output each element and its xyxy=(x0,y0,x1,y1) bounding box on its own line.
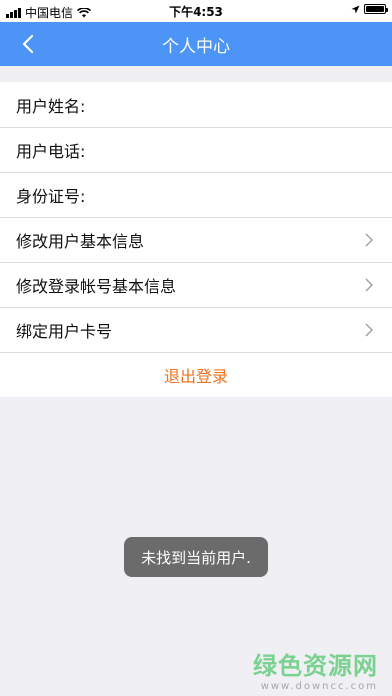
chevron-right-icon xyxy=(365,233,373,247)
status-bar: 中国电信 下午4:53 xyxy=(0,0,392,22)
battery-icon xyxy=(364,4,388,14)
edit-account-info-label: 修改登录帐号基本信息 xyxy=(16,276,177,296)
watermark-title: 绿色资源网 xyxy=(253,652,378,680)
location-icon xyxy=(351,5,360,13)
edit-user-info-label: 修改用户基本信息 xyxy=(16,231,145,251)
id-number-label: 身份证号: xyxy=(16,186,86,206)
logout-button[interactable]: 退出登录 xyxy=(0,352,392,397)
back-button[interactable] xyxy=(6,22,50,66)
bind-card-item[interactable]: 绑定用户卡号 xyxy=(0,307,392,352)
chevron-left-icon xyxy=(22,34,34,54)
edit-account-info-item[interactable]: 修改登录帐号基本信息 xyxy=(0,262,392,307)
chevron-right-icon xyxy=(365,323,373,337)
page-title: 个人中心 xyxy=(162,36,230,57)
watermark-url: www.downcc.com xyxy=(260,681,378,692)
bind-card-label: 绑定用户卡号 xyxy=(16,321,113,341)
user-name-row: 用户姓名: xyxy=(0,82,392,127)
profile-list: 用户姓名: 用户电话: 身份证号: 修改用户基本信息 修改登录帐号基本信息 绑定… xyxy=(0,82,392,397)
toast-message: 未找到当前用户. xyxy=(124,537,268,577)
screen: 中国电信 下午4:53 个人中心 用户姓名: 用户电话: 身份证号: 修改用户基… xyxy=(0,0,392,696)
watermark: 绿色资源网 www.downcc.com xyxy=(253,646,378,692)
id-number-row: 身份证号: xyxy=(0,172,392,217)
header-bar: 个人中心 xyxy=(0,22,392,66)
status-time: 下午4:53 xyxy=(169,5,223,19)
edit-user-info-item[interactable]: 修改用户基本信息 xyxy=(0,217,392,262)
user-name-label: 用户姓名: xyxy=(16,96,86,116)
user-phone-label: 用户电话: xyxy=(16,141,86,161)
status-right xyxy=(351,4,388,14)
user-phone-row: 用户电话: xyxy=(0,127,392,172)
chevron-right-icon xyxy=(365,278,373,292)
